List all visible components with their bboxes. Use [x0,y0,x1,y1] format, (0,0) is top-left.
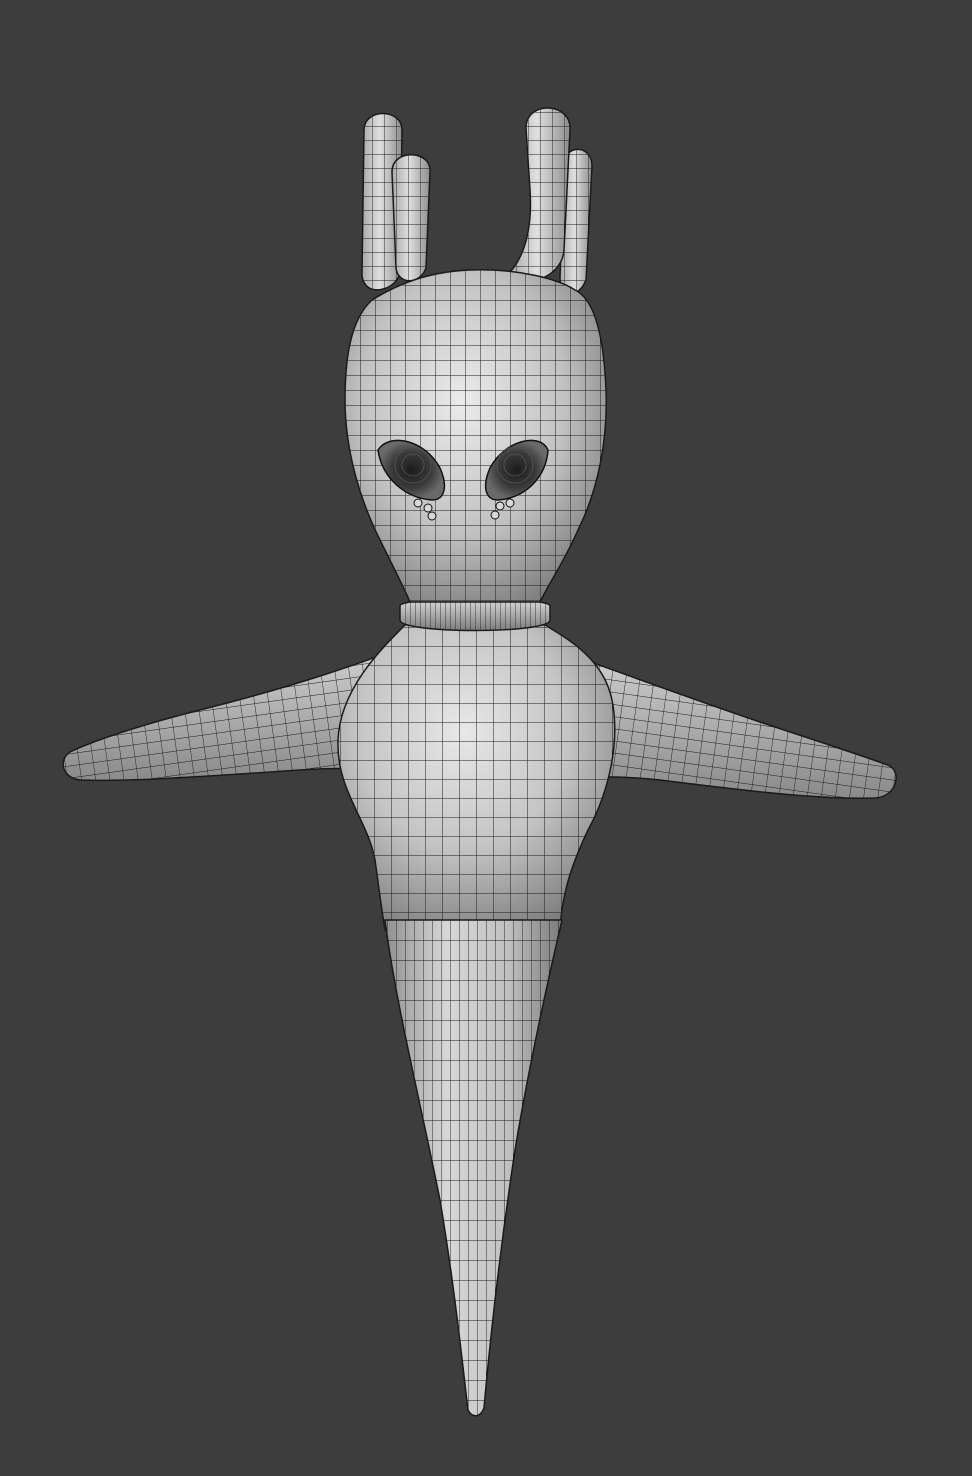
antler-left-inner [391,154,431,282]
3d-viewport[interactable] [0,0,972,1476]
head [344,269,607,603]
sculpt-model[interactable] [0,0,972,1476]
antler-right-outer [509,107,571,282]
tail-spike [384,919,563,1417]
torso [337,624,616,931]
collar-ring [399,597,551,632]
